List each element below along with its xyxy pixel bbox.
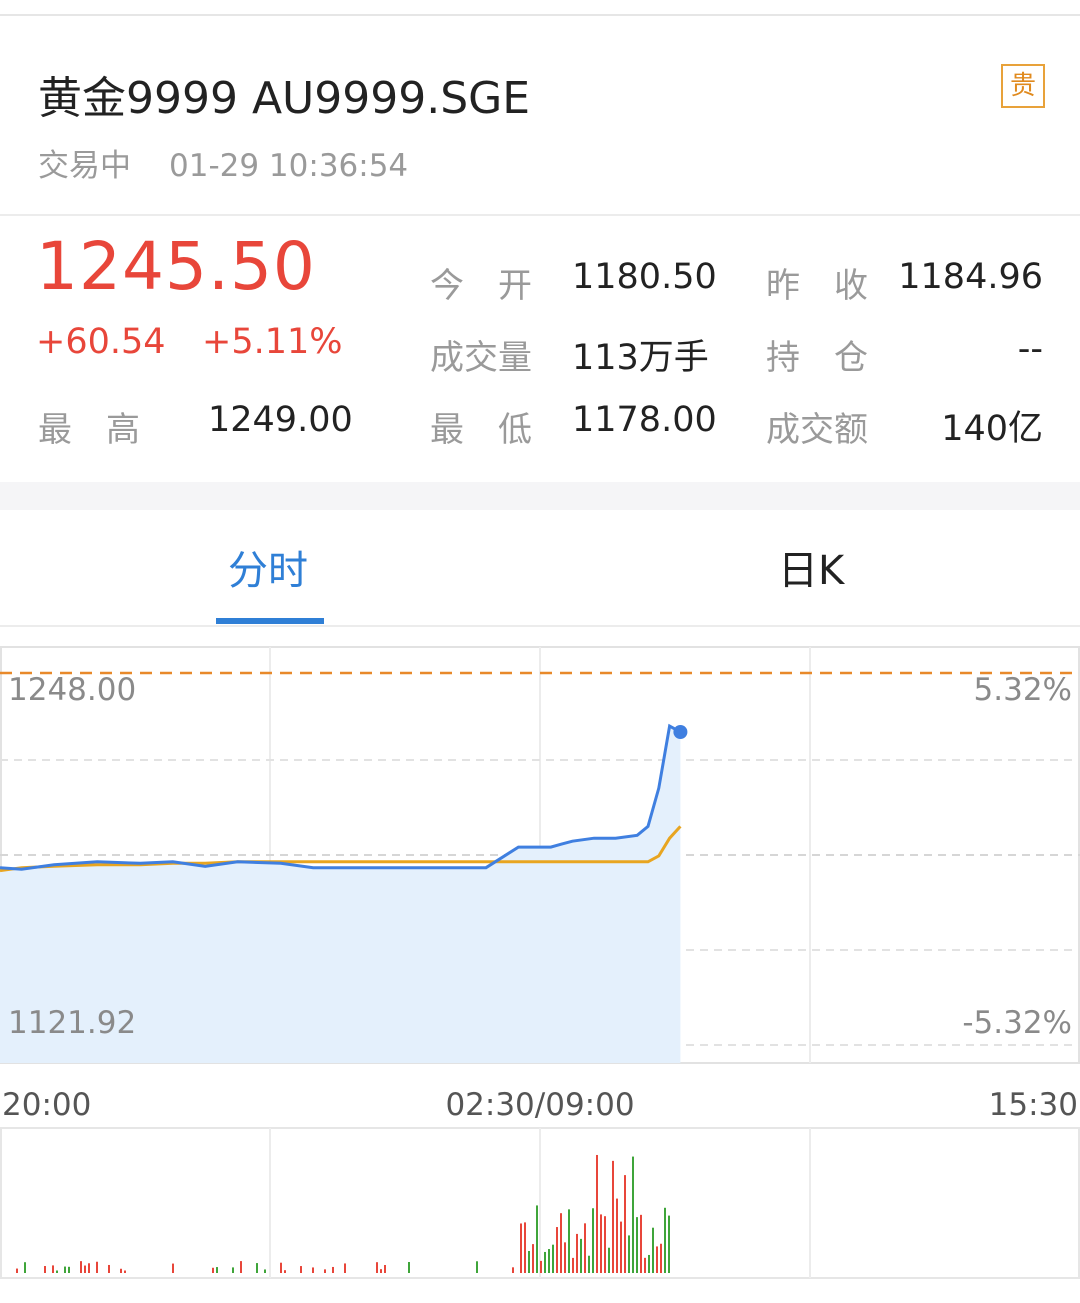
volume-bar xyxy=(300,1266,302,1273)
y-axis-max: 1248.00 xyxy=(8,672,136,708)
volume-bar xyxy=(280,1262,282,1273)
pct-axis-max: 5.32% xyxy=(974,672,1072,708)
volume-bar xyxy=(640,1214,642,1273)
volume-bar xyxy=(44,1266,46,1273)
volume-bar xyxy=(572,1257,574,1273)
volume-bar xyxy=(376,1262,378,1273)
volume-bar xyxy=(172,1263,174,1273)
intraday-chart[interactable]: 1248.00 1121.92 5.32% -5.32% 20:00 02:30… xyxy=(0,0,1080,1303)
volume-bar xyxy=(592,1208,594,1273)
volume-bar xyxy=(124,1270,126,1273)
volume-bar xyxy=(108,1264,110,1273)
x-axis-end: 15:30 xyxy=(989,1087,1078,1123)
volume-bar xyxy=(256,1263,258,1273)
volume-bar xyxy=(240,1261,242,1273)
volume-bar xyxy=(548,1249,550,1273)
volume-bar xyxy=(568,1209,570,1273)
x-axis-start: 20:00 xyxy=(2,1087,91,1123)
volume-bar xyxy=(576,1233,578,1273)
volume-bar xyxy=(540,1260,542,1273)
volume-bar xyxy=(644,1257,646,1273)
volume-bar xyxy=(632,1156,634,1273)
volume-bar xyxy=(216,1267,218,1273)
volume-bar xyxy=(532,1244,534,1273)
volume-bar xyxy=(520,1223,522,1273)
volume-bar xyxy=(24,1262,26,1273)
volume-bar xyxy=(16,1268,18,1273)
volume-bar xyxy=(616,1198,618,1273)
volume-bar xyxy=(624,1175,626,1273)
volume-bar xyxy=(608,1247,610,1273)
volume-bar xyxy=(528,1250,530,1273)
volume-bar xyxy=(344,1263,346,1273)
volume-bar xyxy=(664,1207,666,1273)
volume-bar xyxy=(564,1242,566,1273)
volume-bar xyxy=(652,1227,654,1273)
volume-bar xyxy=(580,1238,582,1273)
volume-bar xyxy=(384,1264,386,1273)
volume-bar xyxy=(656,1246,658,1273)
y-axis-min: 1121.92 xyxy=(8,1005,136,1041)
volume-bar xyxy=(620,1221,622,1273)
volume-bar xyxy=(56,1270,58,1273)
volume-bar xyxy=(332,1266,334,1273)
x-axis-mid: 02:30/09:00 xyxy=(445,1087,634,1123)
pct-axis-min: -5.32% xyxy=(962,1005,1072,1041)
volume-bar xyxy=(660,1243,662,1273)
volume-bar xyxy=(80,1261,82,1273)
volume-bar xyxy=(524,1222,526,1273)
last-price-dot xyxy=(673,725,688,740)
volume-bar xyxy=(584,1223,586,1273)
volume-bar xyxy=(408,1262,410,1273)
volume-bar xyxy=(552,1244,554,1273)
volume-bar xyxy=(120,1268,122,1273)
volume-bar xyxy=(668,1215,670,1273)
volume-bar xyxy=(52,1265,54,1273)
volume-bar xyxy=(324,1269,326,1273)
volume-bar xyxy=(476,1261,478,1273)
volume-bar xyxy=(544,1251,546,1273)
volume-bar xyxy=(88,1263,90,1273)
volume-bar xyxy=(556,1227,558,1273)
volume-bar xyxy=(560,1213,562,1273)
volume-bar xyxy=(628,1235,630,1273)
volume-bar xyxy=(284,1270,286,1273)
volume-bar xyxy=(612,1160,614,1273)
volume-bar xyxy=(264,1269,266,1273)
volume-bar xyxy=(96,1261,98,1273)
volume-bars xyxy=(16,1154,670,1273)
volume-bar xyxy=(596,1154,598,1273)
volume-bar xyxy=(312,1267,314,1273)
volume-bar xyxy=(536,1205,538,1273)
volume-bar xyxy=(648,1254,650,1273)
volume-bar xyxy=(604,1216,606,1273)
volume-bar xyxy=(212,1267,214,1273)
volume-bar xyxy=(512,1267,514,1273)
volume-bar xyxy=(68,1266,70,1273)
volume-bar xyxy=(64,1266,66,1273)
volume-bar xyxy=(588,1255,590,1273)
volume-bar xyxy=(84,1265,86,1273)
volume-bar xyxy=(380,1269,382,1273)
volume-bar xyxy=(600,1214,602,1273)
volume-bar xyxy=(636,1217,638,1273)
volume-bar xyxy=(232,1267,234,1273)
